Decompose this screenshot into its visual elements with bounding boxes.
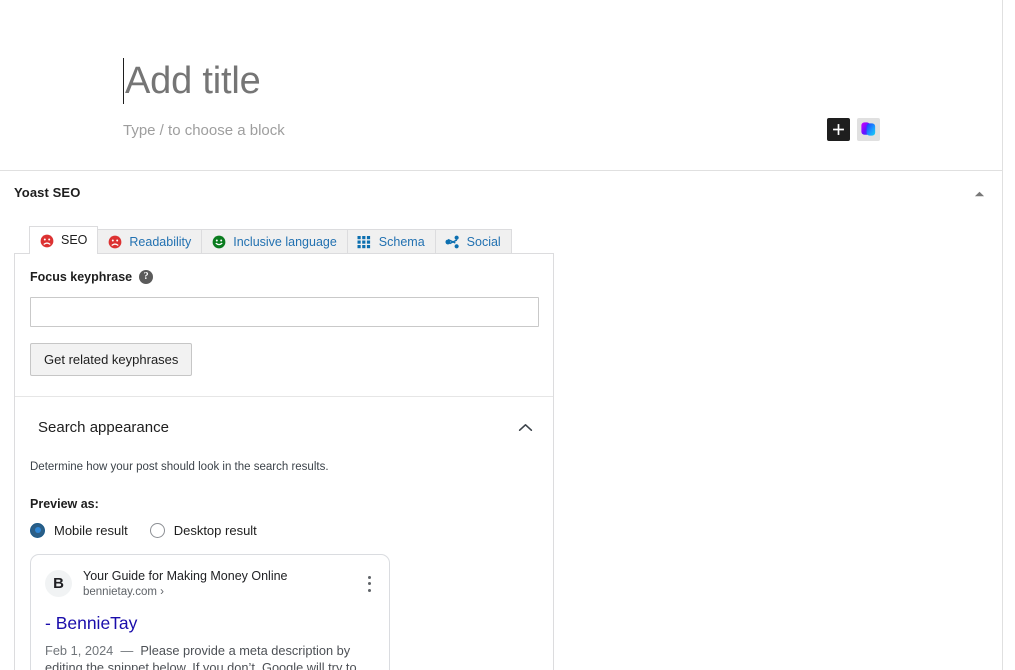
radio-desktop-result-label: Desktop result <box>173 522 257 538</box>
share-blue-icon <box>445 235 460 250</box>
post-editor-canvas: Add title Type / to choose a block <box>0 0 1002 171</box>
snippet-url: bennietay.com › <box>83 585 164 598</box>
radio-mobile-result[interactable]: Mobile result <box>30 522 128 538</box>
preview-as-radio-group: Mobile result Desktop result <box>30 522 538 538</box>
block-placeholder[interactable]: Type / to choose a block <box>123 120 285 142</box>
tab-seo[interactable]: SEO <box>29 226 99 254</box>
grid-blue-icon <box>357 235 372 250</box>
search-appearance-header[interactable]: Search appearance <box>30 412 538 445</box>
plus-icon <box>833 124 844 135</box>
chevron-up-icon[interactable] <box>512 415 538 439</box>
get-related-keyphrases-button[interactable]: Get related keyphrases <box>30 343 193 376</box>
yoast-tablist: SEO Readability Inclusive language Schem… <box>29 226 512 254</box>
block-toolbar-icons <box>827 118 880 141</box>
text-caret <box>123 58 124 104</box>
focus-keyphrase-section: Focus keyphrase ? Get related keyphrases <box>15 254 553 397</box>
tab-social-label: Social <box>466 234 501 249</box>
tab-seo-label: SEO <box>61 233 88 248</box>
editor-screen: Add title Type / to choose a block Yoast… <box>0 0 1015 670</box>
tab-schema-label: Schema <box>378 234 425 249</box>
frowning-face-red-icon <box>107 235 122 250</box>
radio-desktop-result-dot[interactable] <box>149 522 165 538</box>
add-block-button[interactable] <box>827 118 850 141</box>
panel-collapse-toggle[interactable] <box>966 184 992 204</box>
yoast-seo-panel: Yoast SEO SEO Readability Inclusive lang… <box>0 171 1002 670</box>
snippet-description: Feb 1, 2024 — Please provide a meta desc… <box>45 642 375 670</box>
radio-mobile-result-dot[interactable] <box>30 522 45 538</box>
focus-keyphrase-input[interactable] <box>30 297 539 327</box>
preview-as-label: Preview as: <box>30 496 99 511</box>
focus-keyphrase-label: Focus keyphrase <box>30 270 133 284</box>
snippet-date-separator: — <box>120 642 134 658</box>
help-icon[interactable]: ? <box>139 270 154 284</box>
triangle-up-icon <box>974 191 984 197</box>
tab-readability-label: Readability <box>129 234 192 249</box>
post-title-field[interactable]: Add title <box>123 52 823 110</box>
snippet-site-row: B Your Guide for Making Money Online ben… <box>45 568 375 600</box>
focus-keyphrase-label-row: Focus keyphrase ? <box>30 270 538 284</box>
radio-desktop-result[interactable]: Desktop result <box>149 522 257 538</box>
snippet-site-name: Your Guide for Making Money Online <box>83 568 288 583</box>
ai-assistant-button[interactable] <box>857 118 880 141</box>
snippet-site-info: Your Guide for Making Money Online benni… <box>83 568 288 600</box>
tab-inclusive-language-label: Inclusive language <box>233 234 337 249</box>
radio-mobile-result-label: Mobile result <box>54 522 128 538</box>
site-favicon: B <box>45 570 72 598</box>
frowning-face-red-icon <box>39 233 54 248</box>
tab-social[interactable]: Social <box>434 229 512 254</box>
tab-schema[interactable]: Schema <box>346 229 436 254</box>
yoast-panel-header: Yoast SEO <box>0 171 1002 216</box>
ai-sparkle-icon <box>861 122 876 136</box>
search-appearance-section: Search appearance Determine how your pos… <box>15 397 553 670</box>
search-appearance-description: Determine how your post should look in t… <box>30 461 329 473</box>
tab-readability[interactable]: Readability <box>97 229 203 254</box>
yoast-panel-title: Yoast SEO <box>14 185 81 200</box>
smiling-face-green-icon <box>211 235 226 250</box>
tab-inclusive-language[interactable]: Inclusive language <box>201 229 348 254</box>
snippet-title[interactable]: - BennieTay <box>45 612 375 634</box>
post-title-placeholder: Add title <box>125 60 261 102</box>
canvas-right-divider <box>1002 0 1003 670</box>
seo-tab-panel: Focus keyphrase ? Get related keyphrases… <box>14 253 554 670</box>
search-appearance-title: Search appearance <box>38 418 169 436</box>
snippet-date: Feb 1, 2024 <box>45 642 114 658</box>
google-snippet-preview[interactable]: B Your Guide for Making Money Online ben… <box>30 553 390 670</box>
snippet-more-options-icon[interactable] <box>362 575 376 592</box>
